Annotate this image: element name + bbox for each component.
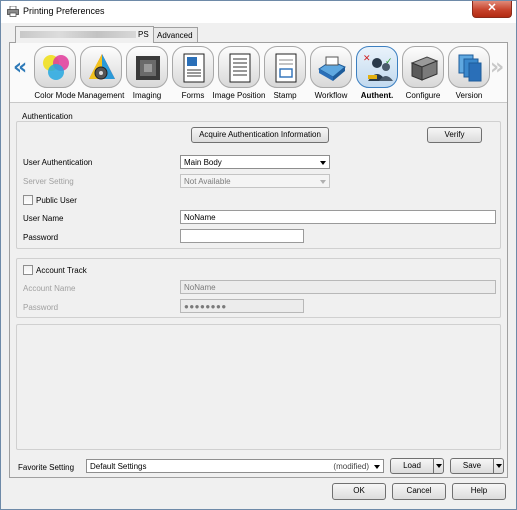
ok-button[interactable]: OK [332,483,386,500]
account-name-input[interactable]: NoName [180,280,496,294]
public-user-label: Public User [36,196,77,205]
chevron-down-icon [320,180,326,184]
save-button[interactable]: Save [450,458,504,474]
redacted-printer-name [20,31,136,39]
management-icon [89,54,115,80]
imaging-icon [136,56,160,80]
image-position-icon [229,53,251,83]
close-button[interactable]: ✕ [472,1,512,18]
tab-advanced[interactable]: Advanced [152,27,198,43]
window-title: Printing Preferences [23,6,105,16]
server-setting-select[interactable]: Not Available [180,174,330,188]
user-name-input[interactable]: NoName [180,210,496,224]
load-dropdown-arrow[interactable] [433,459,443,473]
user-name-label: User Name [23,214,64,223]
authentication-icon: ✕ ✓ [363,54,393,81]
favorite-setting-label: Favorite Setting [18,463,75,472]
svg-text:✕: ✕ [363,54,371,64]
save-dropdown-arrow[interactable] [493,459,503,473]
printer-icon [7,6,19,17]
version-icon [458,54,482,82]
tool-version[interactable]: Version [445,46,493,102]
user-authentication-label: User Authentication [23,158,93,167]
tab-advanced-label: Advanced [157,31,193,40]
modified-indicator: (modified) [333,462,369,471]
load-button[interactable]: Load [390,458,444,474]
save-button-label: Save [462,461,482,470]
color-mode-icon [43,55,69,80]
account-track-checkbox[interactable] [23,265,33,275]
cancel-button[interactable]: Cancel [392,483,446,500]
favorite-setting-value: Default Settings [90,462,147,471]
tab-ps[interactable]: PS [15,26,154,43]
public-user-checkbox[interactable] [23,195,33,205]
account-password-label: Password [23,303,59,312]
title-bar: Printing Preferences ✕ [1,1,516,23]
svg-text:✓: ✓ [385,57,393,67]
server-setting-value: Not Available [184,177,231,186]
server-setting-label: Server Setting [23,177,74,186]
forms-icon [183,53,205,83]
configure-icon [410,56,439,81]
user-authentication-select[interactable]: Main Body [180,155,330,169]
workflow-icon [318,56,346,81]
stamp-icon [275,53,297,83]
account-name-label: Account Name [23,284,76,293]
help-button[interactable]: Help [452,483,506,500]
tool-label: Version [455,91,483,100]
authentication-group-title: Authentication [22,112,73,121]
scroll-left-arrow[interactable]: « [13,55,27,80]
password-input[interactable] [180,229,304,243]
account-track-label: Account Track [36,266,87,275]
verify-button[interactable]: Verify [427,127,482,143]
password-label: Password [23,233,59,242]
account-password-input[interactable]: ●●●●●●●● [180,299,304,313]
empty-settings-area [16,324,501,450]
chevron-down-icon [320,161,326,165]
chevron-down-icon [374,465,380,469]
favorite-setting-select[interactable]: Default Settings (modified) [86,459,384,473]
tab-panel: « » Color Mode Management Imaging Forms … [9,42,508,478]
load-button-label: Load [403,461,421,470]
feature-toolbar: « » Color Mode Management Imaging Forms … [10,43,507,103]
tab-ps-label: PS [138,30,149,39]
printing-preferences-window: Printing Preferences ✕ PS Advanced « » C… [0,0,517,510]
user-authentication-value: Main Body [184,158,222,167]
acquire-authentication-button[interactable]: Acquire Authentication Information [191,127,329,143]
